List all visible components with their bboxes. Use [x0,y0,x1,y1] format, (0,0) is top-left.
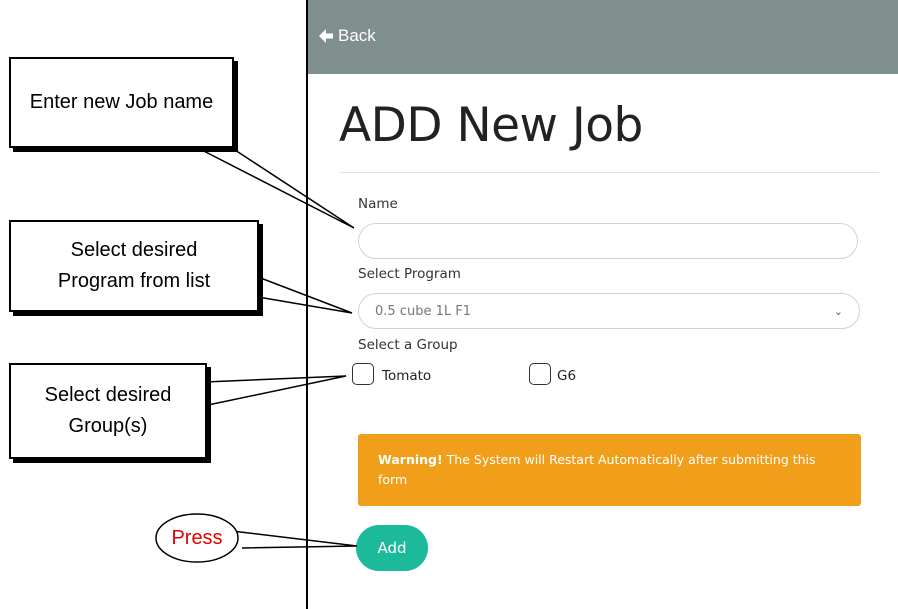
group-checkbox-tomato[interactable] [352,363,374,385]
warning-text: The System will Restart Automatically af… [378,452,816,487]
name-label: Name [358,196,398,212]
warning-strong: Warning! [378,452,443,467]
callout-job-name-text: Enter new Job name [29,91,214,113]
arrow-left-icon [319,29,333,43]
divider [339,172,879,173]
callout-program: Select desired Program from list [9,220,259,312]
app-window: Back ADD New Job Name Select Program 0.5… [306,0,898,609]
job-name-input[interactable] [358,223,858,259]
chevron-down-icon: ⌄ [833,304,843,318]
callout-job-name: Enter new Job name [9,57,234,148]
callout-group-text: Select desired Group(s) [44,384,172,437]
add-button[interactable]: Add [356,525,428,571]
top-bar: Back [308,0,898,74]
warning-alert: Warning! The System will Restart Automat… [358,434,861,506]
group-label: Select a Group [358,337,458,353]
program-select[interactable]: 0.5 cube 1L F1 ⌄ [358,293,860,329]
program-selected-value: 0.5 cube 1L F1 [375,303,471,319]
press-callout: Press [171,526,223,549]
back-link[interactable]: Back [318,26,376,46]
page-title: ADD New Job [339,98,643,153]
group-label-tomato: Tomato [382,368,432,384]
callout-group: Select desired Group(s) [9,363,207,459]
back-label: Back [338,26,376,45]
group-label-g6: G6 [557,368,577,384]
group-checkbox-g6[interactable] [529,363,551,385]
callout-program-text: Select desired Program from list [57,239,211,292]
program-label: Select Program [358,266,461,282]
